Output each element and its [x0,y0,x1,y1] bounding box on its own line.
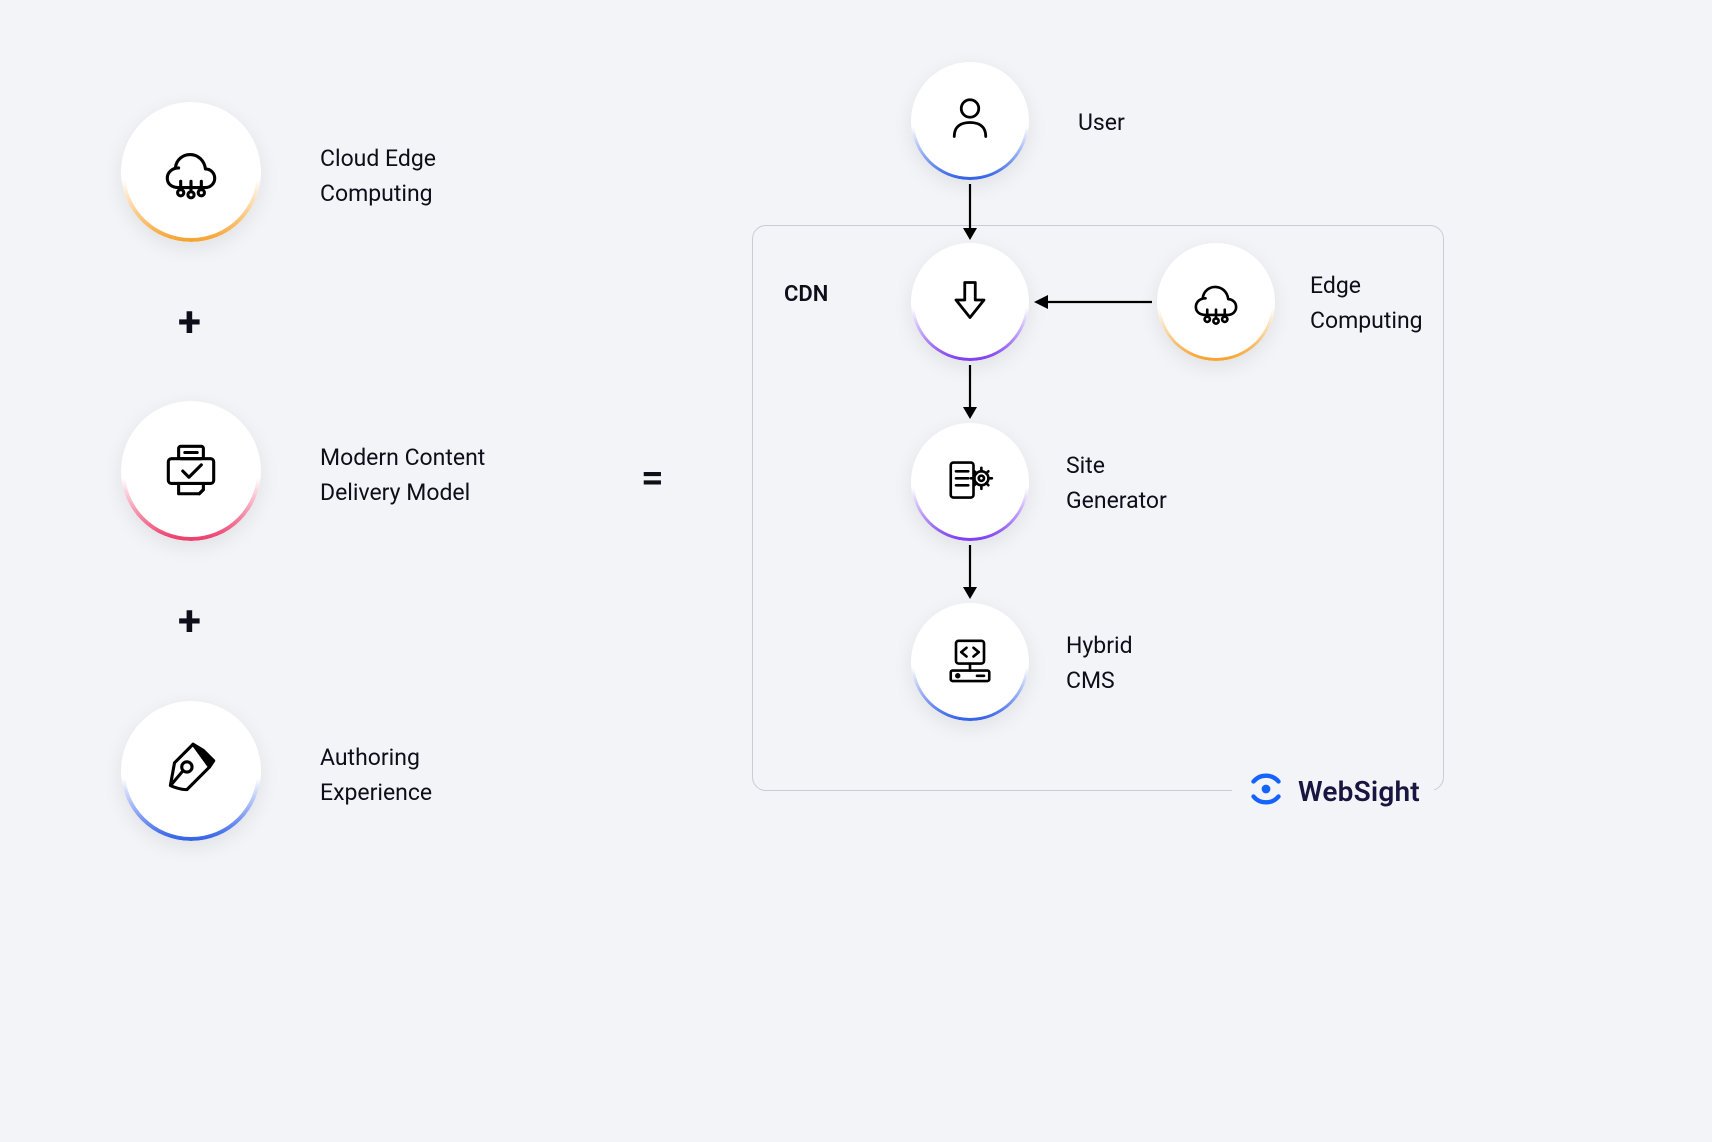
websight-logo-icon [1246,769,1286,813]
brand-label: WebSight [1298,775,1420,808]
arrow-generator-to-cms [958,543,982,601]
label-authoring: Authoring Experience [320,741,432,810]
site-gear-icon [942,452,998,512]
user-icon [942,91,998,151]
arrow-edge-to-cdn [1032,290,1154,314]
label-hybrid-cms: Hybrid CMS [1066,629,1133,698]
label-site-generator: Site Generator [1066,449,1167,518]
printer-check-icon [158,436,224,506]
label-edge-computing: Edge Computing [1310,269,1423,338]
arrow-cdn-to-generator [958,363,982,421]
equals-sign: = [641,454,664,501]
node-edge-computing [1157,243,1275,361]
node-cdn [911,243,1029,361]
label-cloud-edge: Cloud Edge Computing [320,142,436,211]
node-hybrid-cms [911,603,1029,721]
node-content-delivery [121,401,261,541]
node-authoring [121,701,261,841]
box-label-cdn: CDN [784,278,828,311]
node-site-generator [911,423,1029,541]
plus-1: + [178,298,201,347]
code-monitor-icon [942,632,998,692]
node-cloud-edge [121,102,261,242]
label-content-delivery: Modern Content Delivery Model [320,441,485,510]
edge-cloud-icon [158,137,224,207]
brand-websight: WebSight [1232,769,1434,813]
node-user [911,62,1029,180]
download-arrow-icon [942,272,998,332]
edge-cloud-icon [1188,272,1244,332]
pen-nib-icon [158,736,224,806]
label-user: User [1078,106,1125,141]
plus-2: + [178,597,201,646]
arrow-user-to-cdn [958,182,982,242]
